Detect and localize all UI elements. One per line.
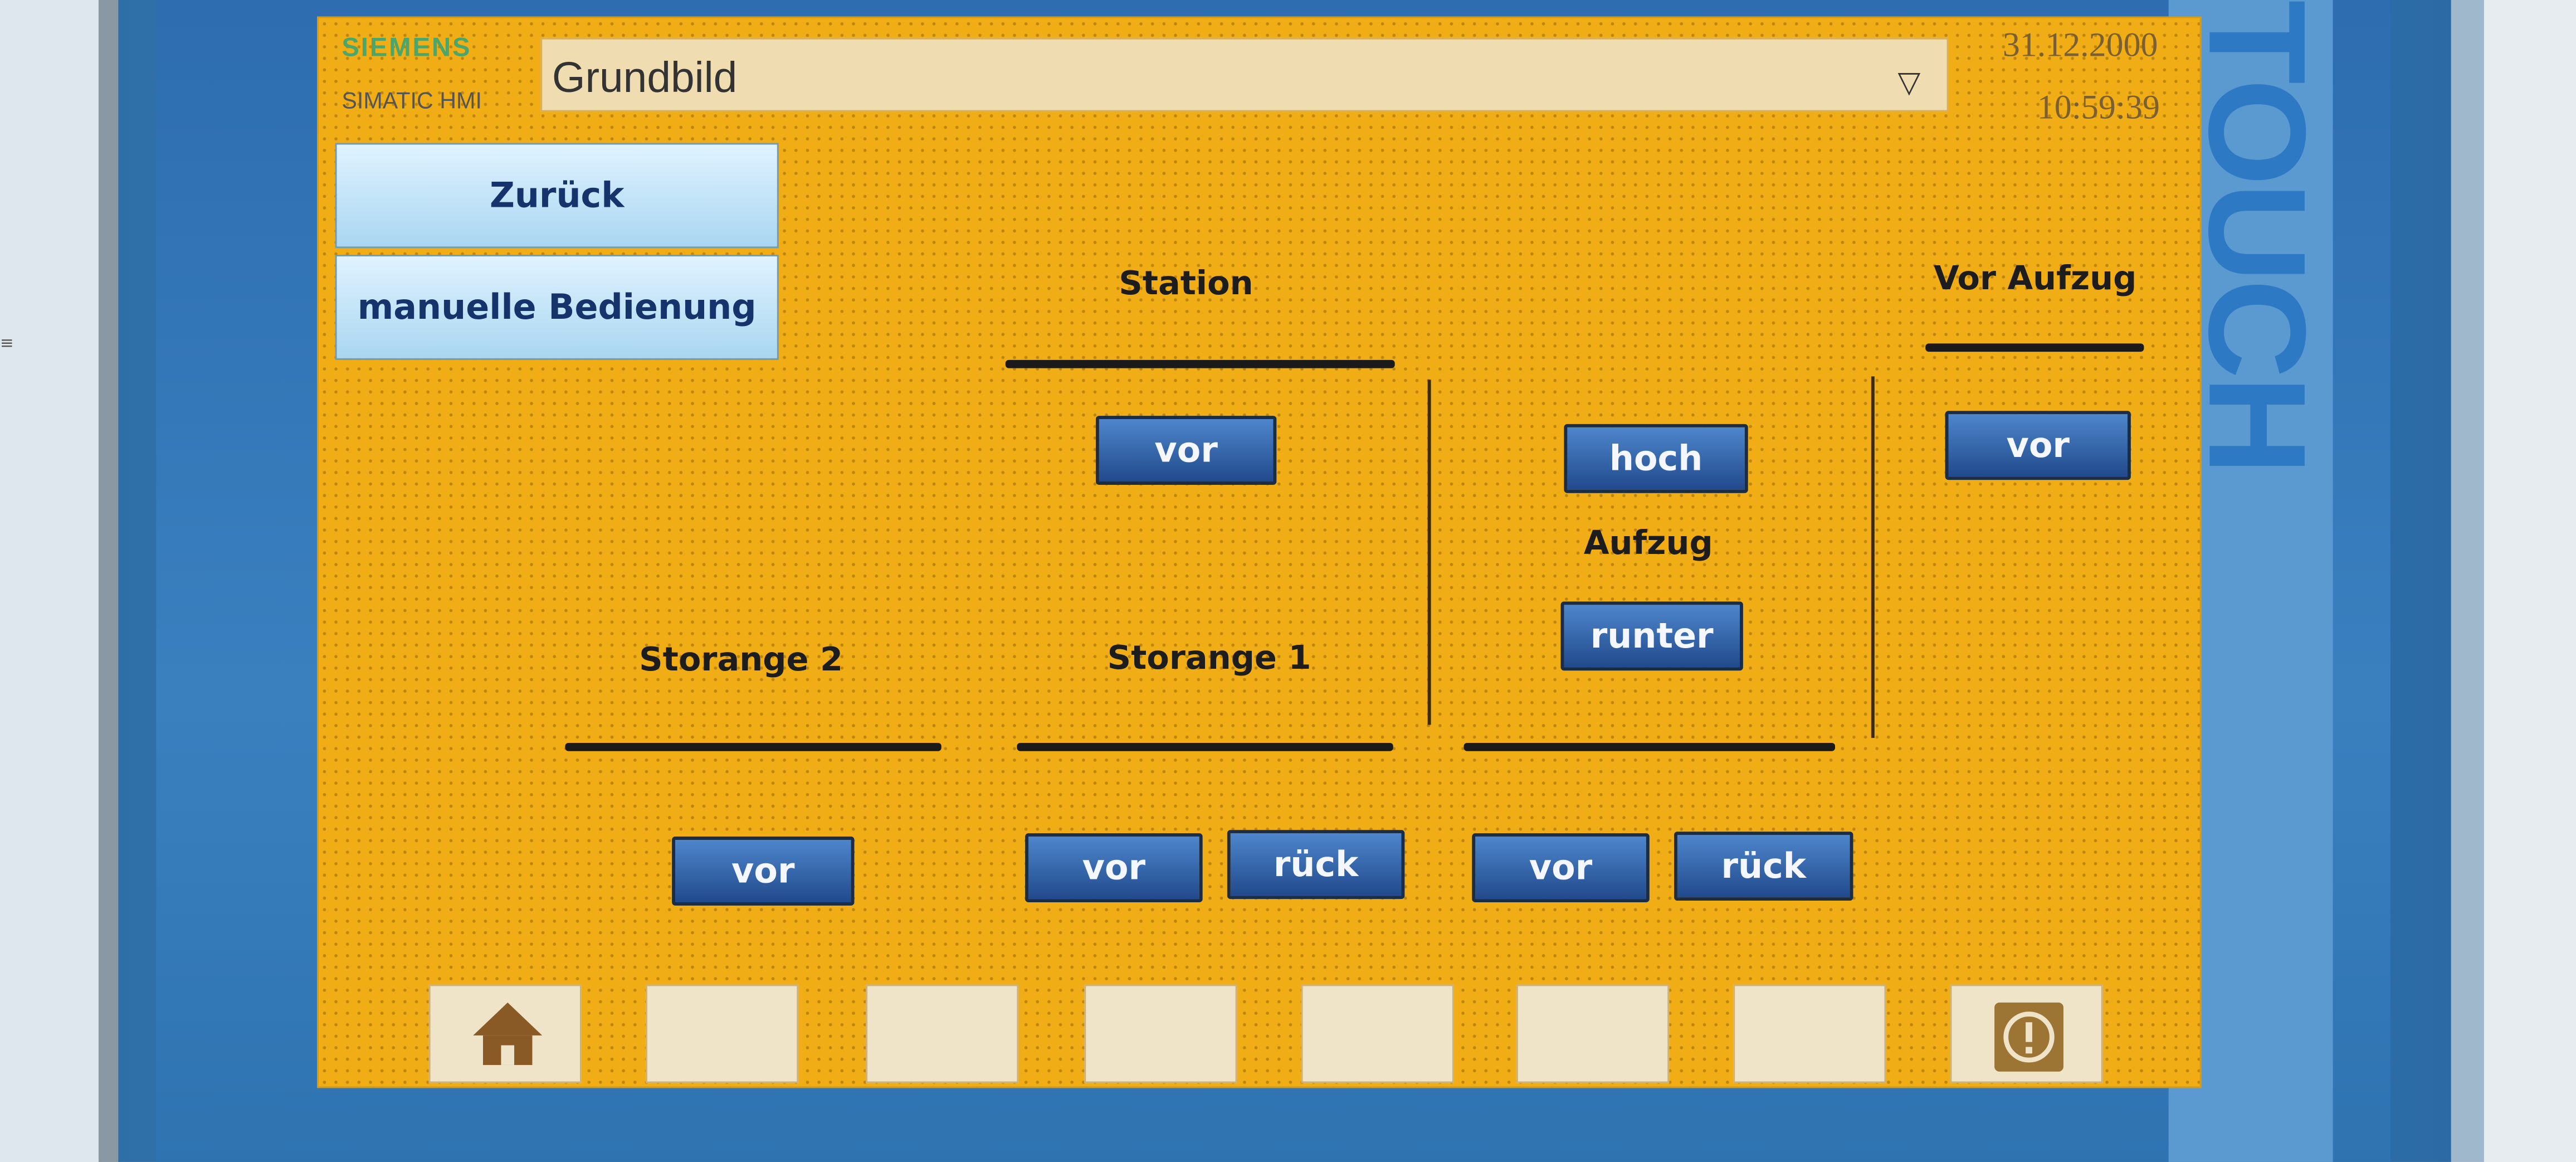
screen-selector[interactable]: Grundbild ▽ <box>540 37 1949 112</box>
f2-key[interactable] <box>645 984 799 1083</box>
f1-home-key[interactable] <box>428 984 582 1083</box>
storange1-vor-button[interactable]: vor <box>1025 833 1203 903</box>
scene: ≡ TOUCH SIEMENS SIMATIC HMI Grundbild ▽ … <box>0 0 2576 1162</box>
f8-info-key[interactable] <box>1950 984 2103 1083</box>
right-edge <box>2451 0 2576 1162</box>
storange2-title: Storange 2 <box>639 639 843 679</box>
manual-operation-button[interactable]: manuelle Bedienung <box>335 255 779 360</box>
dropdown-arrow-icon: ▽ <box>1897 65 1921 100</box>
aufzug-vor-button[interactable]: vor <box>1472 833 1650 903</box>
siemens-logo: SIEMENS <box>341 34 472 63</box>
f3-key[interactable] <box>866 984 1019 1083</box>
time-display: 10:59:39 <box>2037 87 2160 127</box>
aufzug-runter-button[interactable]: runter <box>1560 601 1743 671</box>
back-button[interactable]: Zurück <box>335 143 779 249</box>
storange2-vor-button[interactable]: vor <box>672 837 855 906</box>
simatic-hmi-label: SIMATIC HMI <box>341 87 482 114</box>
f7-key[interactable] <box>1733 984 1886 1083</box>
station-vor-button[interactable]: vor <box>1095 416 1277 485</box>
edge-shadow <box>2451 0 2484 1162</box>
storange2-line <box>565 742 941 751</box>
screen-selector-value: Grundbild <box>552 52 738 102</box>
f5-key[interactable] <box>1301 984 1454 1083</box>
vor-aufzug-title: Vor Aufzug <box>1933 257 2137 298</box>
date-display: 31.12.2000 <box>2002 25 2158 65</box>
divider-right <box>1871 376 1875 738</box>
aufzug-rueck-button[interactable]: rück <box>1674 832 1853 901</box>
divider-left <box>1427 380 1431 725</box>
vor-aufzug-line <box>1925 343 2144 352</box>
station-line <box>1005 359 1395 368</box>
storange1-title: Storange 1 <box>1107 638 1311 677</box>
storange1-line <box>1017 742 1393 751</box>
monitor-left-edge: ≡ <box>0 0 124 1162</box>
home-icon <box>473 1002 543 1065</box>
aufzug-title: Aufzug <box>1583 522 1713 562</box>
vor-aufzug-vor-button[interactable]: vor <box>1945 411 2131 480</box>
aufzug-line <box>1463 742 1836 751</box>
f4-key[interactable] <box>1084 984 1237 1083</box>
hmi-screen: SIEMENS SIMATIC HMI Grundbild ▽ 31.12.20… <box>317 16 2202 1088</box>
storange1-rueck-button[interactable]: rück <box>1227 830 1405 900</box>
station-title: Station <box>1119 262 1253 303</box>
aufzug-hoch-button[interactable]: hoch <box>1564 424 1748 493</box>
info-icon <box>1994 1002 2063 1072</box>
f6-key[interactable] <box>1516 984 1670 1083</box>
menu-icon: ≡ <box>0 335 14 354</box>
